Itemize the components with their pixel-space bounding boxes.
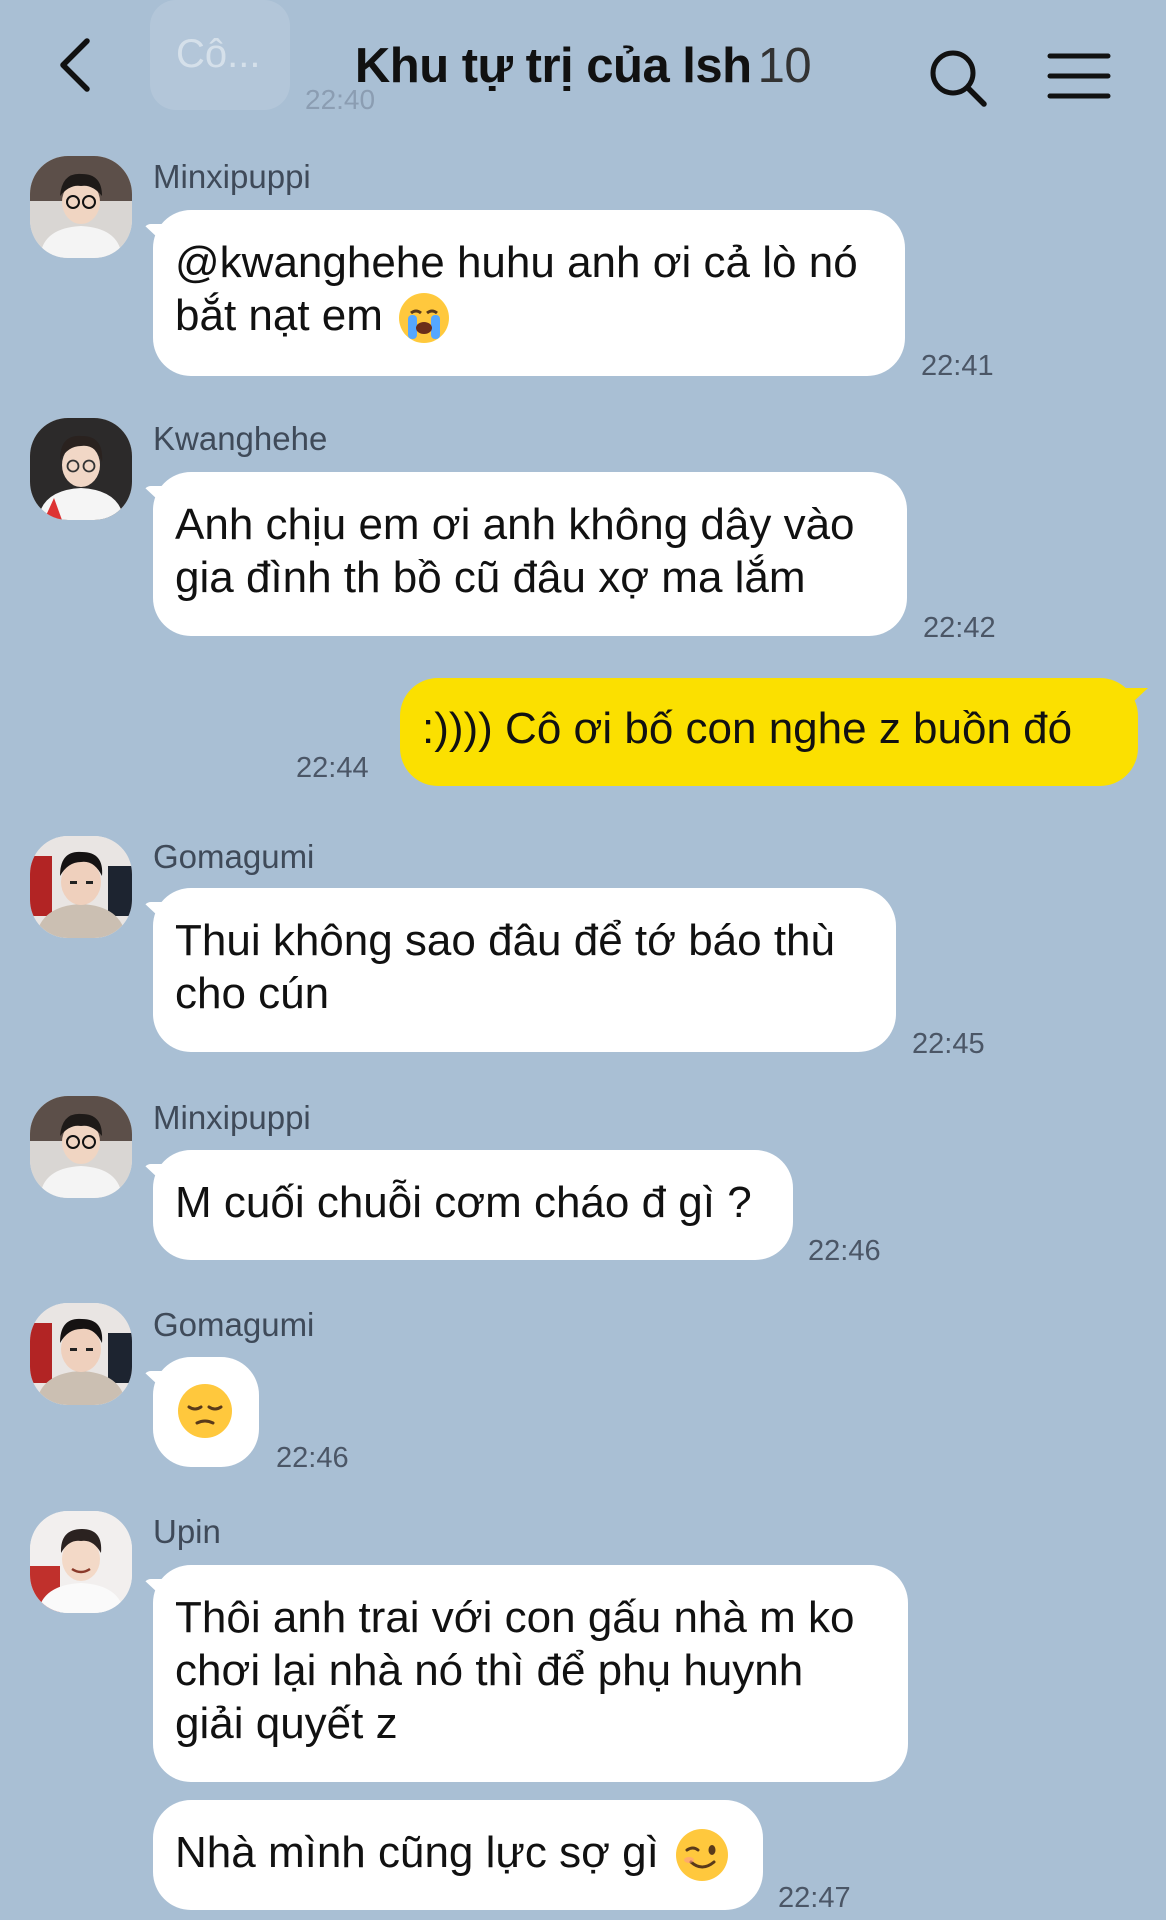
message-time: 22:42	[923, 612, 996, 644]
avatar-kwanghehe[interactable]	[30, 418, 132, 520]
message-line: Thôi anh trai với con gấu nhà m ko	[175, 1593, 855, 1642]
person-avatar-icon	[30, 1511, 132, 1613]
chat-title-text: Khu tự trị của lsh	[354, 39, 752, 93]
winking-face-emoji	[675, 1828, 729, 1882]
message-line: Anh chịu em ơi anh không dây vào	[175, 500, 855, 549]
message-line: Thui không sao đâu để tớ báo thù	[175, 916, 835, 965]
sender-name: Upin	[153, 1513, 221, 1550]
sender-name: Minxipuppi	[153, 158, 311, 195]
hamburger-menu-icon	[1047, 53, 1111, 99]
sender-name: Minxipuppi	[153, 1099, 311, 1136]
person-avatar-icon	[30, 1096, 132, 1198]
message-bubble[interactable]: Thôi anh trai với con gấu nhà m ko chơi …	[153, 1565, 908, 1782]
message-line: chơi lại nhà nó thì để phụ huynh	[175, 1646, 804, 1695]
message-line-text: Nhà mình cũng lực sợ gì	[175, 1828, 659, 1877]
emoji-message-bubble[interactable]	[153, 1357, 259, 1467]
search-icon	[930, 50, 987, 107]
search-button[interactable]	[924, 44, 994, 114]
sender-name: Kwanghehe	[153, 420, 328, 457]
person-avatar-icon	[30, 418, 132, 520]
chat-header: Cô... 22:40 Khu tự trị của lsh 10	[0, 0, 1166, 140]
person-avatar-icon	[30, 156, 132, 258]
message-line: bắt nạt em	[175, 289, 883, 344]
message-time: 22:45	[912, 1028, 985, 1060]
own-message-bubble[interactable]: :)))) Cô ơi bố con nghe z buồn đó	[400, 678, 1138, 786]
avatar-minxipuppi[interactable]	[30, 156, 132, 258]
message-bubble[interactable]: @kwanghehe huhu anh ơi cả lò nó bắt nạt …	[153, 210, 905, 376]
message-line: giải quyết z	[175, 1699, 398, 1748]
avatar-upin[interactable]	[30, 1511, 132, 1613]
message-bubble[interactable]: Nhà mình cũng lực sợ gì	[153, 1800, 763, 1910]
message-line: :)))) Cô ơi bố con nghe z buồn đó	[422, 704, 1073, 753]
message-time: 22:41	[921, 350, 994, 382]
message-time: 22:46	[276, 1442, 349, 1474]
member-count: 10	[757, 39, 812, 93]
message-time: 22:46	[808, 1235, 881, 1267]
message-bubble[interactable]: Thui không sao đâu để tớ báo thù cho cún	[153, 888, 896, 1052]
pensive-face-emoji	[177, 1383, 233, 1451]
message-bubble[interactable]: Anh chịu em ơi anh không dây vào gia đìn…	[153, 472, 907, 636]
sender-name: Gomagumi	[153, 838, 315, 875]
person-avatar-icon	[30, 1303, 132, 1405]
message-time: 22:44	[296, 752, 369, 784]
sender-name: Gomagumi	[153, 1306, 315, 1343]
message-line: M cuối chuỗi cơm cháo đ gì ?	[175, 1178, 752, 1227]
message-time: 22:47	[778, 1882, 851, 1914]
message-line: gia đình th bồ cũ đâu xợ ma lắm	[175, 553, 806, 602]
message-line: Nhà mình cũng lực sợ gì	[175, 1826, 741, 1882]
menu-button[interactable]	[1044, 46, 1114, 106]
loudly-crying-face-emoji	[399, 293, 450, 344]
message-line: @kwanghehe huhu anh ơi cả lò nó	[175, 238, 858, 287]
person-avatar-icon	[30, 836, 132, 938]
message-bubble[interactable]: M cuối chuỗi cơm cháo đ gì ?	[153, 1150, 793, 1260]
avatar-gomagumi[interactable]	[30, 1303, 132, 1405]
avatar-gomagumi[interactable]	[30, 836, 132, 938]
avatar-minxipuppi[interactable]	[30, 1096, 132, 1198]
message-line-text: bắt nạt em	[175, 291, 383, 340]
message-line: cho cún	[175, 969, 330, 1018]
